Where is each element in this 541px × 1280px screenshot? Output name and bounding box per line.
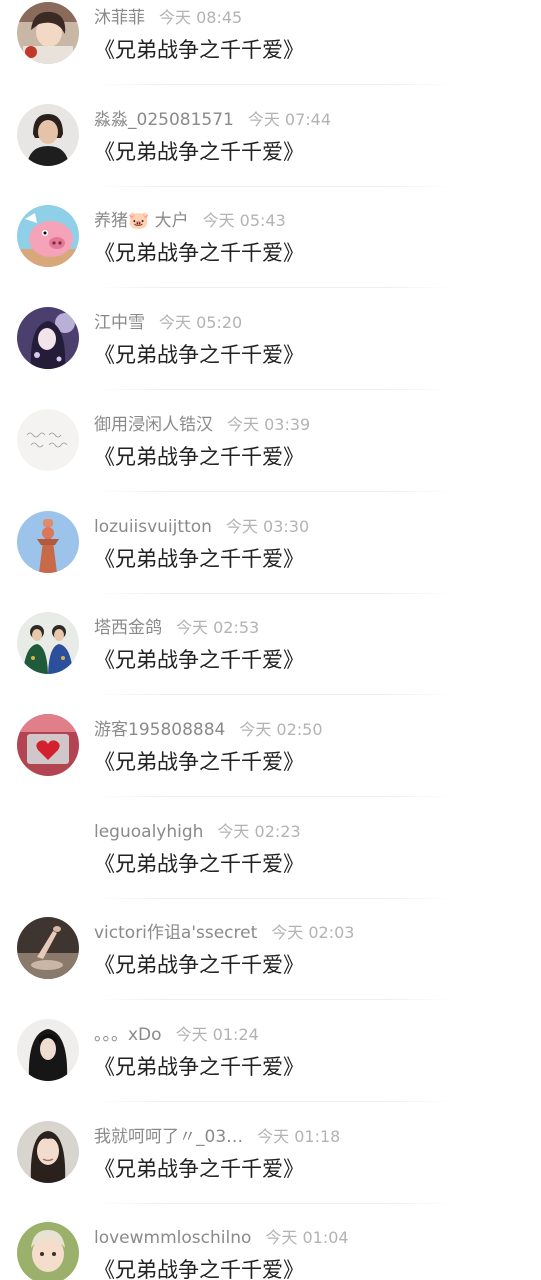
sender-name: 塔西金鸽 [94, 618, 162, 639]
statue-sky-avatar[interactable] [17, 510, 79, 573]
list-item[interactable]: 养猪🐷 大户 今天 05:43 《兄弟战争之千千爱》 [0, 205, 541, 307]
divider [94, 694, 454, 696]
dark-hair-girl-avatar[interactable] [17, 1019, 79, 1081]
timestamp: 今天 01:18 [257, 1126, 341, 1146]
sender-name: victori作诅a'ssecret [94, 923, 258, 944]
timestamp: 今天 03:39 [227, 414, 311, 434]
divider [94, 84, 454, 85]
timestamp: 今天 01:04 [265, 1228, 349, 1248]
anime-girl-avatar[interactable] [17, 307, 79, 370]
list-item[interactable]: 我就呵呵了〃_03… 今天 01:18 《兄弟战争之千千爱》 [0, 1120, 541, 1223]
timestamp: 今天 03:30 [225, 516, 310, 536]
message-text: 《兄弟战争之千千爱》 [94, 139, 304, 164]
message-text: 《兄弟战争之千千爱》 [94, 749, 304, 774]
sender-name: lozuiisvuijtton [94, 516, 212, 537]
list-item[interactable]: 御用浸闲人锆汉 今天 03:39 《兄弟战争之千千爱》 [0, 408, 541, 511]
message-text: 《兄弟战争之千千爱》 [94, 1055, 304, 1079]
dark-photo-avatar[interactable] [17, 917, 79, 980]
timestamp: 今天 02:23 [217, 821, 301, 841]
sender-name: 我就呵呵了〃_03… [94, 1126, 244, 1147]
sender-name: leguoalyhigh [94, 821, 204, 842]
timestamp: 今天 02:50 [239, 719, 323, 739]
timestamp: 今天 07:44 [247, 109, 332, 129]
list-item[interactable]: lovewmmloschilno 今天 01:04 《兄弟战争之千千爱》 [0, 1222, 541, 1280]
message-text: 《兄弟战争之千千爱》 [94, 851, 304, 876]
chat-list: 沐菲菲 今天 08:45 《兄弟战争之千千爱》 淼淼_025081571 今天 07… [0, 0, 541, 1280]
list-item[interactable]: victori作诅a'ssecret 今天 02:03 《兄弟战争之千千爱》 [0, 917, 541, 1019]
timestamp: 今天 01:24 [175, 1025, 259, 1044]
list-item[interactable]: 。。。xDo 今天 01:24 《兄弟战争之千千爱》 [0, 1019, 541, 1121]
blank-avatar[interactable] [17, 815, 79, 878]
timestamp: 今天 02:53 [176, 618, 260, 638]
timestamp: 今天 02:03 [271, 923, 355, 943]
sender-name: 江中雪 [94, 313, 145, 334]
child-avatar[interactable] [17, 1222, 79, 1280]
divider [94, 389, 454, 391]
divider [94, 999, 454, 1001]
message-text: 《兄弟战争之千千爱》 [94, 38, 304, 62]
message-text: 《兄弟战争之千千爱》 [94, 444, 304, 469]
message-text: 《兄弟战争之千千爱》 [94, 648, 304, 673]
timestamp: 今天 05:43 [202, 211, 286, 231]
sender-name: 御用浸闲人锆汉 [94, 414, 213, 435]
timestamp: 今天 08:45 [159, 8, 243, 27]
sender-name: 养猪🐷 大户 [94, 211, 189, 232]
list-item[interactable]: 江中雪 今天 05:20 《兄弟战争之千千爱》 [0, 307, 541, 409]
message-text: 《兄弟战争之千千爱》 [94, 343, 304, 368]
divider [94, 1202, 454, 1204]
divider [94, 795, 454, 797]
list-item[interactable]: 塔西金鸽 今天 02:53 《兄弟战争之千千爱》 [0, 612, 541, 714]
list-item[interactable]: leguoalyhigh 今天 02:23 《兄弟战争之千千爱》 [0, 815, 541, 918]
list-item[interactable]: 淼淼_025081571 今天 07:44 《兄弟战争之千千爱》 [0, 103, 541, 206]
sender-name: 沐菲菲 [94, 8, 145, 28]
portrait-girl-avatar[interactable] [17, 2, 79, 64]
divider [94, 287, 454, 289]
sender-name: 游客195808884 [94, 719, 226, 740]
list-item[interactable]: 游客195808884 今天 02:50 《兄弟战争之千千爱》 [0, 713, 541, 816]
list-item[interactable]: 沐菲菲 今天 08:45 《兄弟战争之千千爱》 [0, 2, 541, 104]
divider [94, 185, 454, 187]
sender-name: lovewmmloschilno [94, 1228, 252, 1249]
message-text: 《兄弟战争之千千爱》 [94, 1156, 304, 1181]
message-text: 《兄弟战争之千千爱》 [94, 1258, 304, 1280]
divider [94, 592, 454, 594]
message-text: 《兄弟战争之千千爱》 [94, 546, 304, 571]
cartoon-pig-avatar[interactable] [17, 205, 79, 268]
message-text: 《兄弟战争之千千爱》 [94, 241, 304, 266]
divider [94, 1101, 454, 1102]
divider [94, 897, 454, 899]
portrait-woman-avatar[interactable] [17, 103, 79, 166]
red-heart-avatar[interactable] [17, 713, 79, 776]
sender-name: 淼淼_025081571 [94, 109, 234, 130]
handwriting-avatar[interactable] [17, 408, 79, 471]
selfie-girl-avatar[interactable] [17, 1120, 79, 1183]
timestamp: 今天 05:20 [159, 313, 243, 333]
divider [94, 490, 454, 492]
message-text: 《兄弟战争之千千爱》 [94, 953, 304, 978]
couple-avatar[interactable] [17, 612, 79, 675]
list-item[interactable]: lozuiisvuijtton 今天 03:30 《兄弟战争之千千爱》 [0, 510, 541, 613]
sender-name: 。。。xDo [94, 1025, 162, 1045]
